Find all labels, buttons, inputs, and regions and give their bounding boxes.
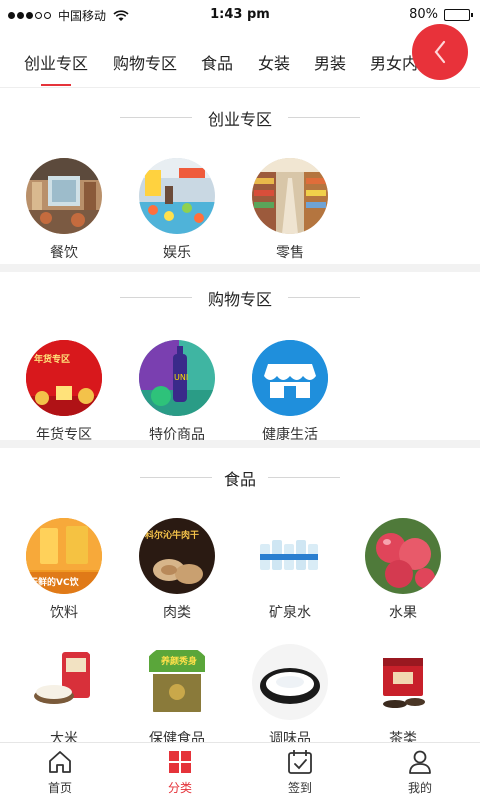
section-separator	[0, 440, 480, 448]
item-label: 肉类	[163, 605, 191, 621]
category-item-retail[interactable]: 零售	[240, 158, 340, 262]
section-title: 购物专区	[207, 290, 272, 309]
section-title: 食品	[223, 470, 256, 489]
clock: 1:43 pm	[210, 7, 270, 22]
home-icon	[49, 751, 71, 773]
section-food: 食品 天鲜的VC饮 饮料 科尔沁牛肉干 肉类 矿泉水 水果 大米 养颜秀身 保健…	[0, 448, 480, 742]
rice-image	[26, 644, 102, 720]
section-shopping-zone: 购物专区 年货专区 年货专区 UNI 特价商品 健康生活	[0, 272, 480, 443]
title-divider	[288, 297, 360, 298]
image-caption: 科尔沁牛肉干	[145, 531, 200, 541]
restaurant-image	[26, 158, 102, 234]
nav-label: 签到	[287, 781, 312, 795]
section-title: 创业专区	[207, 110, 272, 129]
category-item-meat[interactable]: 科尔沁牛肉干 肉类	[127, 518, 227, 622]
tea-image	[365, 644, 441, 720]
category-item-new-year-goods[interactable]: 年货专区 年货专区	[14, 340, 114, 444]
image-caption: 年货专区	[34, 355, 71, 365]
chevron-left-icon	[434, 40, 446, 64]
water-bottles-image	[252, 518, 328, 594]
svg-text:UNI: UNI	[174, 373, 188, 382]
category-item-drinks[interactable]: 天鲜的VC饮 饮料	[14, 518, 114, 622]
category-item-rice[interactable]: 大米	[14, 644, 114, 742]
item-label: 水果	[389, 605, 417, 621]
item-label: 娱乐	[163, 245, 191, 261]
seasoning-image	[252, 644, 328, 720]
category-item-entertainment[interactable]: 娱乐	[127, 158, 227, 262]
category-item-fruit[interactable]: 水果	[353, 518, 453, 622]
category-item-health-food[interactable]: 养颜秀身 保健食品	[127, 644, 227, 742]
item-label: 零售	[276, 245, 304, 261]
back-button[interactable]	[412, 24, 468, 80]
category-item-restaurant[interactable]: 餐饮	[14, 158, 114, 262]
bottom-nav: 首页 分类 签到 我的	[0, 742, 480, 800]
item-label: 调味品	[269, 731, 311, 742]
nav-label: 我的	[407, 781, 432, 795]
category-item-tea[interactable]: 茶类	[353, 644, 453, 742]
title-divider	[288, 117, 360, 118]
tab-underwear[interactable]: 男女内	[370, 50, 418, 74]
battery-status: 80%	[409, 7, 473, 22]
profile-icon	[409, 750, 431, 774]
health-food-image: 养颜秀身	[139, 644, 215, 720]
meat-image: 科尔沁牛肉干	[139, 518, 215, 594]
item-label: 茶类	[389, 731, 417, 742]
nav-category[interactable]: 分类	[120, 743, 240, 800]
battery-percent: 80%	[409, 7, 438, 22]
new-year-goods-image: 年货专区	[26, 340, 102, 416]
category-item-special-offer[interactable]: UNI 特价商品	[127, 340, 227, 444]
item-label: 大米	[50, 731, 78, 742]
shop-icon	[252, 340, 328, 416]
image-caption: 养颜秀身	[161, 657, 198, 667]
nav-label: 分类	[167, 781, 192, 795]
nav-profile[interactable]: 我的	[360, 743, 480, 800]
category-content: 创业专区 餐饮 娱乐 零售 购物专区 年货专区 年货专区 UNI 特价商品 健康…	[0, 88, 480, 742]
nav-checkin[interactable]: 签到	[240, 743, 360, 800]
supermarket-image	[252, 158, 328, 234]
status-bar: 中国移动 1:43 pm 80%	[0, 0, 480, 30]
tab-food[interactable]: 食品	[201, 50, 233, 74]
apples-image	[365, 518, 441, 594]
nav-home[interactable]: 首页	[0, 743, 120, 800]
item-label: 饮料	[50, 605, 78, 621]
tab-shopping-zone[interactable]: 购物专区	[113, 50, 177, 74]
category-item-mineral-water[interactable]: 矿泉水	[240, 518, 340, 622]
category-tabs: 创业专区 购物专区 食品 女装 男装 男女内	[0, 34, 480, 88]
battery-icon	[444, 8, 473, 21]
section-separator	[0, 264, 480, 272]
tab-startup-zone[interactable]: 创业专区	[24, 50, 88, 86]
tab-women-clothing[interactable]: 女装	[258, 50, 290, 74]
section-startup-zone: 创业专区 餐饮 娱乐 零售	[0, 88, 480, 264]
item-label: 餐饮	[50, 245, 78, 261]
item-label: 矿泉水	[269, 605, 311, 621]
category-item-healthy-living[interactable]: 健康生活	[240, 340, 340, 444]
drinks-image: 天鲜的VC饮	[26, 518, 102, 594]
category-icon	[169, 751, 191, 773]
image-caption: 天鲜的VC饮	[29, 578, 79, 588]
playground-image	[139, 158, 215, 234]
tab-men-clothing[interactable]: 男装	[314, 50, 346, 74]
category-item-seasoning[interactable]: 调味品	[240, 644, 340, 742]
item-label: 保健食品	[149, 731, 205, 742]
title-divider	[268, 477, 340, 478]
special-offer-image: UNI	[139, 340, 215, 416]
nav-label: 首页	[47, 781, 72, 795]
calendar-checkin-icon	[288, 750, 312, 774]
